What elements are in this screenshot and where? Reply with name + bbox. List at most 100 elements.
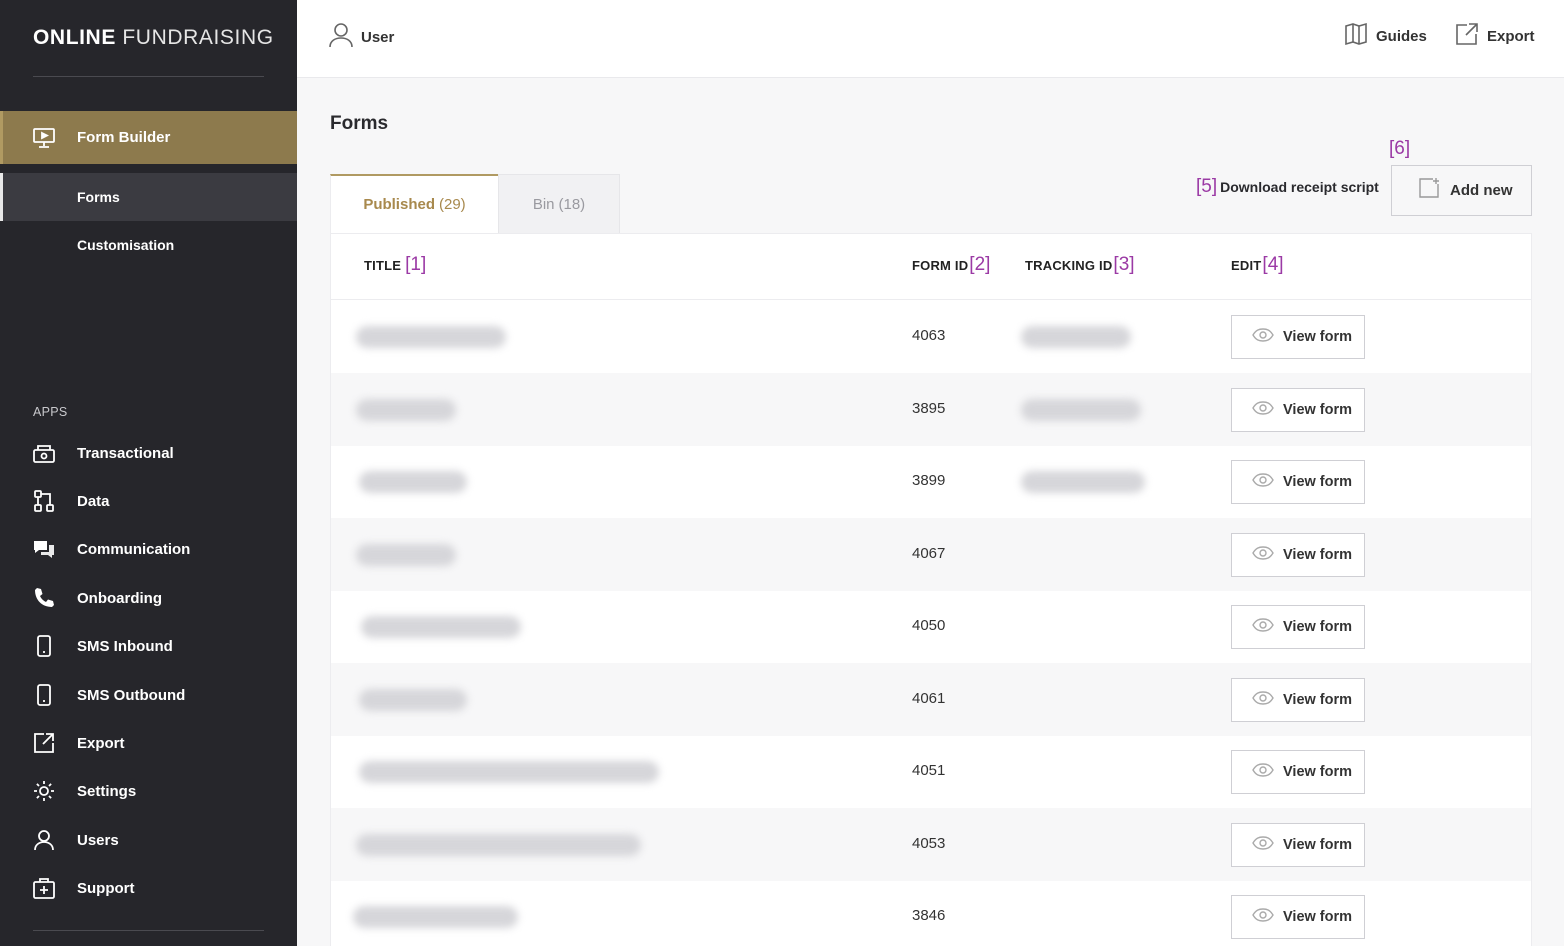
eye-icon	[1252, 690, 1274, 710]
form-id: 4053	[912, 835, 946, 852]
external-link-icon	[32, 731, 56, 755]
eye-icon	[1252, 472, 1274, 492]
redacted-title	[356, 326, 506, 348]
view-form-button[interactable]: View form	[1231, 315, 1365, 359]
eye-icon	[1252, 545, 1274, 565]
mobile-icon	[32, 683, 56, 707]
annotation-label: [4]	[1262, 254, 1284, 275]
top-bar: User Guides Export	[297, 0, 1564, 78]
redacted-tracking-id	[1021, 399, 1141, 421]
form-id: 4067	[912, 545, 946, 562]
view-form-button[interactable]: View form	[1231, 460, 1365, 504]
sidebar-item-form-builder[interactable]: Form Builder	[0, 111, 297, 164]
presentation-icon	[32, 126, 56, 150]
tab-published[interactable]: Published (29)	[330, 174, 498, 233]
view-form-button[interactable]: View form	[1231, 388, 1365, 432]
table-row: 3895 View form	[331, 373, 1531, 446]
book-icon	[1344, 22, 1368, 51]
redacted-title	[356, 544, 456, 566]
annotation-label: [1]	[405, 254, 427, 275]
redacted-title	[359, 689, 467, 711]
data-flow-icon	[32, 489, 56, 513]
table-row: 4067 View form	[331, 518, 1531, 591]
annotation-label: [5]	[1196, 176, 1218, 197]
redacted-title	[359, 761, 659, 783]
sidebar-item-settings[interactable]: Settings	[0, 778, 297, 804]
brand-divider	[33, 76, 264, 77]
sidebar-item-users[interactable]: Users	[0, 827, 297, 853]
table-header: TITLE [1] FORM ID [2] TRACKING ID [3] ED…	[331, 234, 1531, 300]
sidebar-bottom-divider	[33, 930, 264, 931]
redacted-tracking-id	[1021, 471, 1145, 493]
eye-icon	[1252, 835, 1274, 855]
brand-logo: ONLINE FUNDRAISING	[33, 26, 274, 49]
tab-bin[interactable]: Bin (18)	[498, 174, 620, 233]
sidebar-item-sms-inbound[interactable]: SMS Inbound	[0, 633, 297, 659]
view-form-button[interactable]: View form	[1231, 533, 1365, 577]
table-row: 4053 View form	[331, 808, 1531, 881]
sidebar-item-sms-outbound[interactable]: SMS Outbound	[0, 682, 297, 708]
table-row: 4051 View form	[331, 735, 1531, 808]
form-id: 3899	[912, 472, 946, 489]
redacted-title	[359, 471, 467, 493]
column-header-title[interactable]: TITLE [1]	[364, 254, 426, 276]
annotation-label: [2]	[969, 254, 991, 275]
eye-icon	[1252, 762, 1274, 782]
table-row: 4050 View form	[331, 590, 1531, 663]
sidebar-item-export[interactable]: Export	[0, 730, 297, 756]
phone-icon	[32, 586, 56, 610]
eye-icon	[1252, 327, 1274, 347]
annotation-label: [3]	[1113, 254, 1135, 275]
table-row: 3846 View form	[331, 880, 1531, 946]
chat-bubbles-icon	[32, 537, 56, 561]
sidebar-item-forms[interactable]: Forms	[0, 173, 297, 221]
cash-register-icon	[32, 441, 56, 465]
view-form-button[interactable]: View form	[1231, 750, 1365, 794]
eye-icon	[1252, 400, 1274, 420]
mobile-icon	[32, 634, 56, 658]
form-id: 4063	[912, 327, 946, 344]
apps-heading: APPS	[33, 405, 68, 419]
redacted-tracking-id	[1021, 326, 1131, 348]
user-icon	[329, 22, 353, 53]
redacted-title	[353, 906, 518, 928]
user-menu[interactable]: User	[329, 22, 394, 53]
external-link-icon	[1455, 22, 1479, 51]
form-id: 4061	[912, 690, 946, 707]
add-new-button[interactable]: Add new	[1391, 165, 1532, 216]
view-form-button[interactable]: View form	[1231, 895, 1365, 939]
form-id: 4050	[912, 617, 946, 634]
table-row: 4063 View form	[331, 300, 1531, 373]
add-document-icon	[1418, 177, 1440, 204]
view-form-button[interactable]: View form	[1231, 823, 1365, 867]
redacted-title	[361, 616, 521, 638]
first-aid-icon	[32, 876, 56, 900]
eye-icon	[1252, 907, 1274, 927]
sidebar-item-transactional[interactable]: Transactional	[0, 440, 297, 466]
sidebar: ONLINE FUNDRAISING Form Builder Forms Cu…	[0, 0, 297, 946]
form-id: 4051	[912, 762, 946, 779]
form-id: 3846	[912, 907, 946, 924]
table-row: 4061 View form	[331, 663, 1531, 736]
table-row: 3899 View form	[331, 445, 1531, 518]
redacted-title	[356, 834, 641, 856]
form-id: 3895	[912, 400, 946, 417]
guides-link[interactable]: Guides	[1344, 22, 1427, 51]
column-header-tracking-id[interactable]: TRACKING ID [3]	[1025, 254, 1135, 276]
annotation-label: [6]	[1389, 138, 1411, 159]
gear-icon	[32, 779, 56, 803]
column-header-form-id[interactable]: FORM ID [2]	[912, 254, 990, 276]
user-icon	[32, 828, 56, 852]
redacted-title	[356, 399, 456, 421]
sidebar-item-onboarding[interactable]: Onboarding	[0, 585, 297, 611]
eye-icon	[1252, 617, 1274, 637]
sidebar-item-communication[interactable]: Communication	[0, 536, 297, 562]
view-form-button[interactable]: View form	[1231, 678, 1365, 722]
view-form-button[interactable]: View form	[1231, 605, 1365, 649]
download-receipt-script-link[interactable]: [5] Download receipt script	[1196, 176, 1379, 198]
sidebar-item-support[interactable]: Support	[0, 875, 297, 901]
sidebar-item-customisation[interactable]: Customisation	[0, 221, 297, 269]
forms-table: TITLE [1] FORM ID [2] TRACKING ID [3] ED…	[330, 233, 1532, 946]
export-link[interactable]: Export	[1455, 22, 1535, 51]
sidebar-item-data[interactable]: Data	[0, 488, 297, 514]
